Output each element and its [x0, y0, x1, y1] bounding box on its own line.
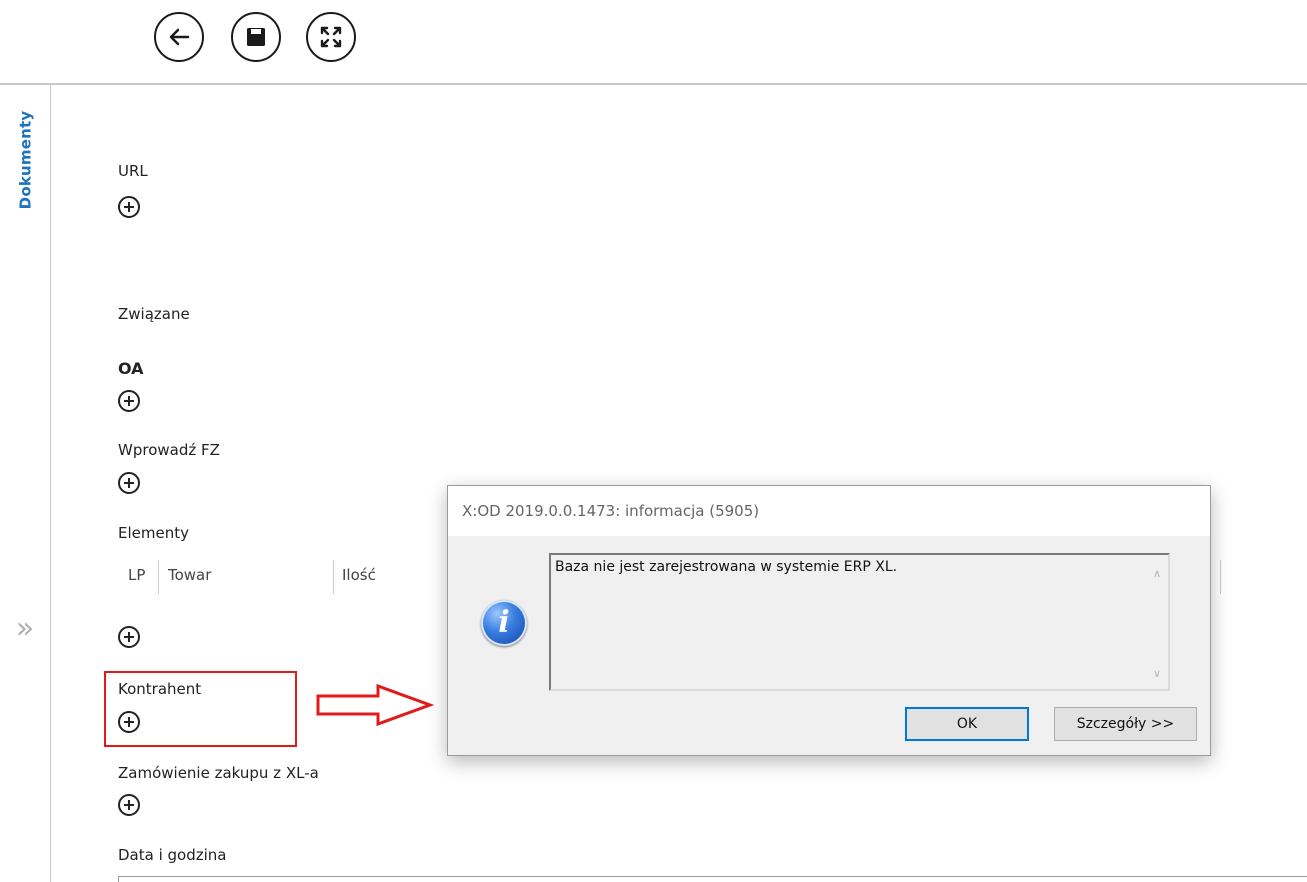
column-header-lp[interactable]: LP	[128, 566, 145, 584]
column-header-ilosc[interactable]: Ilość	[342, 566, 376, 584]
sidebar-divider	[50, 85, 51, 882]
arrow-left-icon	[169, 28, 190, 46]
save-button[interactable]	[231, 12, 281, 62]
oa-add-icon[interactable]	[118, 390, 140, 412]
info-dialog: X:OD 2019.0.0.1473: informacja (5905) i …	[447, 485, 1211, 756]
oa-label: OA	[118, 359, 144, 378]
expand-panel-icon[interactable]: »	[8, 612, 42, 646]
details-button[interactable]: Szczegóły >>	[1054, 707, 1197, 741]
pointer-arrow-icon	[316, 683, 435, 727]
enter-fz-add-icon[interactable]	[118, 472, 140, 494]
datetime-field-edge	[118, 876, 119, 882]
toolbar-divider	[0, 83, 1307, 85]
url-add-icon[interactable]	[118, 196, 140, 218]
elements-label: Elementy	[118, 524, 189, 542]
fullscreen-button[interactable]	[306, 12, 356, 62]
datetime-label: Data i godzina	[118, 846, 227, 864]
sidebar-tab-documents[interactable]: Dokumenty	[8, 100, 42, 220]
enter-fz-label: Wprowadź FZ	[118, 441, 220, 459]
url-label: URL	[118, 162, 148, 180]
datetime-field[interactable]	[118, 876, 1307, 877]
message-text: Baza nie jest zarejestrowana w systemie …	[555, 559, 898, 575]
scroll-down-icon[interactable]: ∨	[1150, 667, 1164, 681]
scroll-up-icon[interactable]: ∧	[1150, 567, 1164, 581]
related-label: Związane	[118, 305, 190, 323]
column-header-towar[interactable]: Towar	[168, 566, 211, 584]
back-button[interactable]	[154, 12, 204, 62]
info-icon: i	[481, 600, 527, 646]
ok-button[interactable]: OK	[905, 707, 1029, 741]
elements-add-icon[interactable]	[118, 626, 140, 648]
expand-arrows-icon	[320, 26, 342, 48]
dialog-title: X:OD 2019.0.0.1473: informacja (5905)	[448, 486, 1210, 536]
purchase-order-add-icon[interactable]	[118, 794, 140, 816]
column-separator	[1220, 560, 1221, 594]
column-separator	[158, 560, 159, 594]
column-separator	[333, 560, 334, 594]
purchase-order-label: Zamówienie zakupu z XL-a	[118, 764, 319, 782]
highlight-box	[104, 671, 297, 747]
message-box[interactable]: Baza nie jest zarejestrowana w systemie …	[549, 553, 1170, 691]
floppy-disk-icon	[247, 28, 265, 46]
sidebar-tab-label: Dokumenty	[16, 110, 34, 210]
